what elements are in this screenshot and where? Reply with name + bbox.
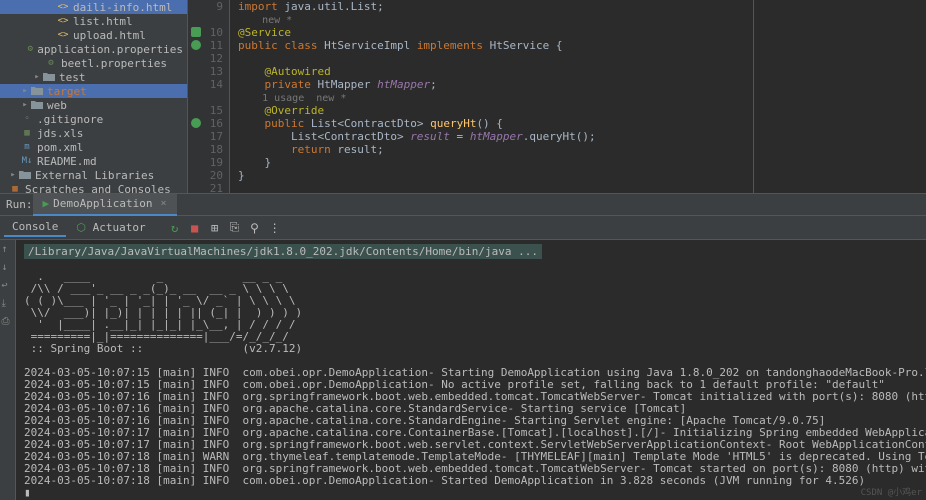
code-line[interactable]: new * [230, 13, 926, 26]
code-line[interactable]: return result; [230, 143, 926, 156]
tree-item[interactable]: ⚙application.properties [0, 42, 187, 56]
gutter-icon[interactable] [191, 118, 201, 128]
console-side-toolbar: ↑ ↓ ↩ ⤓ ⎙ [0, 240, 16, 500]
console-output[interactable]: /Library/Java/JavaVirtualMachines/jdk1.8… [16, 240, 926, 500]
run-toolbar: Console ⬡ Actuator ↻ ■ ⊞ ⎘ ⚲ ⋮ [0, 216, 926, 240]
gutter-icon[interactable] [191, 40, 201, 50]
tree-item-label: daili-info.html [73, 1, 172, 14]
editor-code[interactable]: import java.util.List; new *@Servicepubl… [230, 0, 926, 193]
print-icon[interactable]: ⎙ [2, 316, 14, 328]
folder-icon [30, 98, 44, 112]
file-icon: <> [56, 0, 70, 14]
tree-item-label: list.html [73, 15, 133, 28]
tree-item[interactable]: ▸ External Libraries [0, 168, 187, 182]
file-icon: ◦ [20, 112, 34, 126]
code-line[interactable]: } [230, 169, 926, 182]
editor-gutter: 9101112131415161718192021 [188, 0, 230, 193]
chevron-icon[interactable]: ▸ [20, 100, 30, 110]
stop-icon[interactable]: ■ [186, 219, 204, 237]
file-icon: ⚙ [26, 42, 34, 56]
code-line[interactable]: 1 usage new * [230, 91, 926, 104]
tree-item-label: jds.xls [37, 127, 83, 140]
run-title: Run: [6, 198, 33, 211]
rerun-icon[interactable]: ↻ [166, 219, 184, 237]
run-toolwindow-header[interactable]: Run: ▶ DemoApplication × [0, 194, 926, 216]
folder-icon [18, 168, 32, 182]
file-icon: ▦ [20, 126, 34, 140]
code-line[interactable] [230, 52, 926, 65]
down-icon[interactable]: ↓ [2, 262, 14, 274]
run-config-name: DemoApplication [53, 197, 152, 210]
code-line[interactable]: public class HtServiceImpl implements Ht… [230, 39, 926, 52]
file-icon: m [20, 140, 34, 154]
code-line[interactable]: @Override [230, 104, 926, 117]
project-tree[interactable]: <>daili-info.html<>list.html<>upload.htm… [0, 0, 188, 193]
tree-item-label: beetl.properties [61, 57, 167, 70]
file-icon: <> [56, 14, 70, 28]
code-line[interactable]: @Autowired [230, 65, 926, 78]
tree-item[interactable]: ◦.gitignore [0, 112, 187, 126]
console-tab[interactable]: Console [4, 218, 66, 237]
tree-item-label: pom.xml [37, 141, 83, 154]
code-line[interactable]: import java.util.List; [230, 0, 926, 13]
tree-item[interactable]: ▦jds.xls [0, 126, 187, 140]
file-icon: <> [56, 28, 70, 42]
editor-right-margin [753, 0, 754, 193]
tree-item[interactable]: <>upload.html [0, 28, 187, 42]
tree-item[interactable]: M↓README.md [0, 154, 187, 168]
tree-item-label: target [47, 85, 87, 98]
code-editor[interactable]: 9101112131415161718192021 import java.ut… [188, 0, 926, 193]
up-icon[interactable]: ↑ [2, 244, 14, 256]
file-icon: ⚙ [44, 56, 58, 70]
tree-item-label: Scratches and Consoles [25, 183, 171, 194]
tree-item[interactable]: ⚙beetl.properties [0, 56, 187, 70]
folder-icon [42, 70, 56, 84]
code-line[interactable]: private HtMapper htMapper; [230, 78, 926, 91]
code-line[interactable]: } [230, 156, 926, 169]
tree-item[interactable]: <>daili-info.html [0, 0, 187, 14]
folder-icon [30, 84, 44, 98]
tree-item-label: test [59, 71, 86, 84]
more-icon[interactable]: ⋮ [266, 219, 284, 237]
chevron-icon[interactable]: ▸ [8, 170, 18, 180]
console: ↑ ↓ ↩ ⤓ ⎙ /Library/Java/JavaVirtualMachi… [0, 240, 926, 500]
file-icon: ▦ [8, 182, 22, 193]
tree-item-label: application.properties [37, 43, 183, 56]
code-line[interactable] [230, 182, 926, 195]
tree-item[interactable]: ▸ test [0, 70, 187, 84]
tree-item-label: upload.html [73, 29, 146, 42]
watermark: CSDN @小鸡er [861, 485, 922, 498]
tree-item[interactable]: ▸ target [0, 84, 187, 98]
filter-icon[interactable]: ⎘ [226, 219, 244, 237]
actuator-tab[interactable]: ⬡ Actuator [68, 219, 153, 236]
tree-item[interactable]: ▦Scratches and Consoles [0, 182, 187, 193]
chevron-icon[interactable]: ▸ [32, 72, 42, 82]
close-icon[interactable]: × [160, 198, 166, 209]
actuator-icon: ⬡ [76, 221, 86, 234]
run-icon: ▶ [43, 197, 50, 210]
tree-item-label: .gitignore [37, 113, 103, 126]
tree-item[interactable]: ▸ web [0, 98, 187, 112]
code-line[interactable]: @Service [230, 26, 926, 39]
chevron-icon[interactable]: ▸ [20, 86, 30, 96]
file-icon: M↓ [20, 154, 34, 168]
gutter-icon[interactable] [191, 27, 201, 37]
code-line[interactable]: public List<ContractDto> queryHt() { [230, 117, 926, 130]
wrap-icon[interactable]: ↩ [2, 280, 14, 292]
search-icon[interactable]: ⚲ [246, 219, 264, 237]
code-line[interactable]: List<ContractDto> result = htMapper.quer… [230, 130, 926, 143]
tree-item[interactable]: <>list.html [0, 14, 187, 28]
tree-item-label: README.md [37, 155, 97, 168]
tree-item-label: web [47, 99, 67, 112]
tree-item[interactable]: mpom.xml [0, 140, 187, 154]
layout-icon[interactable]: ⊞ [206, 219, 224, 237]
scroll-icon[interactable]: ⤓ [2, 298, 14, 310]
run-config-tab[interactable]: ▶ DemoApplication × [33, 194, 177, 216]
tree-item-label: External Libraries [35, 169, 154, 182]
